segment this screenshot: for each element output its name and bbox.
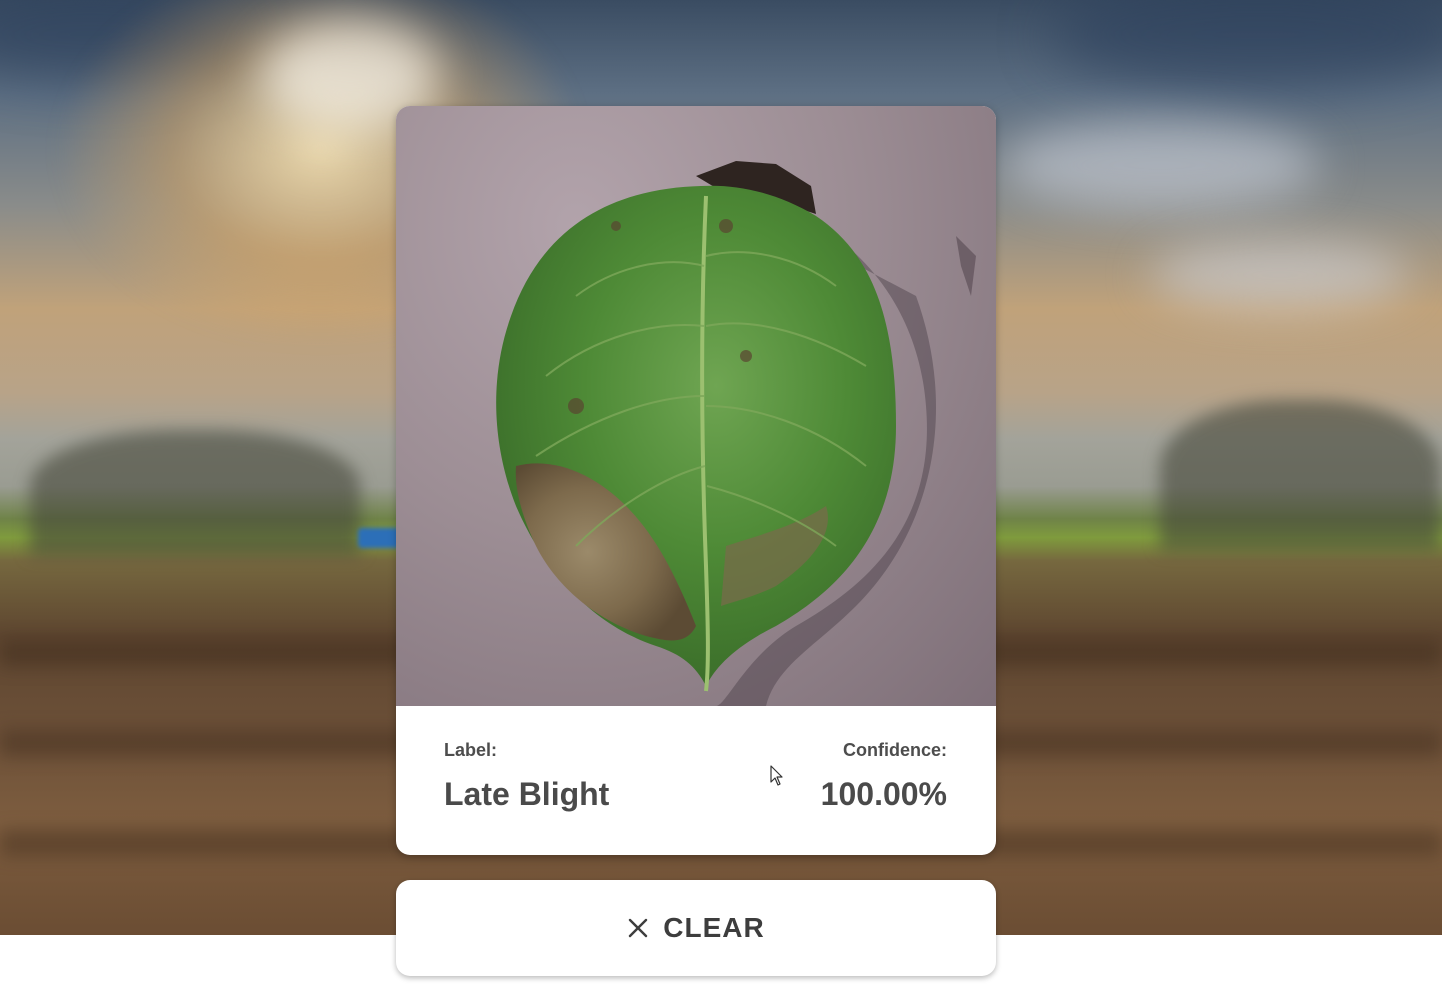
uploaded-leaf-image bbox=[396, 106, 996, 706]
clear-button[interactable]: CLEAR bbox=[396, 880, 996, 976]
mouse-cursor-icon bbox=[770, 765, 783, 786]
label-value: Late Blight bbox=[444, 776, 610, 812]
clear-button-label: CLEAR bbox=[663, 912, 765, 943]
confidence-caption: Confidence: bbox=[842, 740, 947, 760]
prediction-info: Label: Late Blight Confidence: 100.00% bbox=[396, 706, 996, 855]
close-icon bbox=[629, 918, 648, 938]
confidence-value: 100.00% bbox=[820, 776, 947, 812]
label-caption: Label: bbox=[444, 740, 498, 760]
leaf-illustration bbox=[496, 161, 976, 706]
result-card: Label: Late Blight Confidence: 100.00% bbox=[396, 106, 996, 855]
